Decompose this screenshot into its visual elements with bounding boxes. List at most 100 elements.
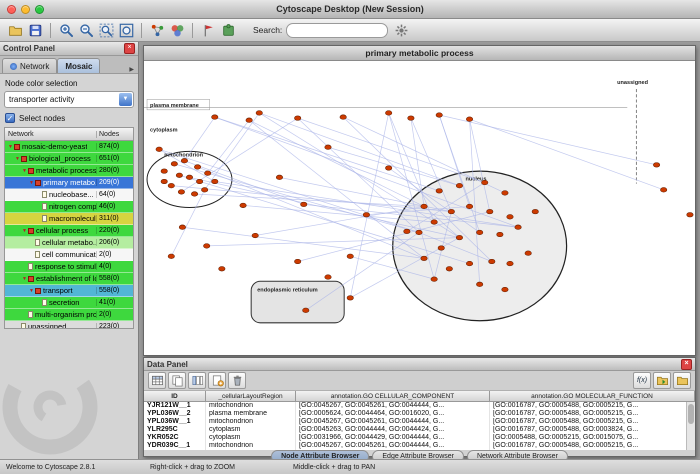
zoom-out-button[interactable] bbox=[77, 21, 95, 39]
graph-node[interactable] bbox=[385, 166, 391, 171]
tree-expander-icon[interactable]: ▼ bbox=[7, 144, 14, 150]
annotation-button[interactable] bbox=[199, 21, 217, 39]
tree-item-cellular-metabo[interactable]: cellular metabo...206(0) bbox=[5, 237, 133, 249]
graph-node[interactable] bbox=[176, 173, 182, 178]
graph-node[interactable] bbox=[194, 165, 200, 170]
formula-builder-button[interactable]: f(x) bbox=[633, 372, 651, 389]
tree-item-nucleobase[interactable]: nucleobase...64(0) bbox=[5, 189, 133, 201]
tree-expander-icon[interactable]: ▼ bbox=[21, 276, 28, 282]
graph-node[interactable] bbox=[532, 209, 538, 214]
table-column-header[interactable]: annotation.GO MOLECULAR_FUNCTION bbox=[490, 391, 695, 402]
graph-node[interactable] bbox=[325, 275, 331, 280]
graph-node[interactable] bbox=[301, 202, 307, 207]
tree-expander-icon[interactable]: ▼ bbox=[21, 168, 28, 174]
graph-node[interactable] bbox=[502, 287, 508, 292]
table-row[interactable]: YPL036W__2plasma membrane[GO:0005624, GO… bbox=[144, 410, 695, 418]
tree-column-nodes[interactable]: Nodes bbox=[97, 131, 133, 138]
import-attributes-button[interactable] bbox=[653, 372, 671, 389]
graph-node[interactable] bbox=[294, 116, 300, 121]
open-attribute-file-button[interactable] bbox=[673, 372, 691, 389]
graph-node[interactable] bbox=[456, 235, 462, 240]
scrollbar-thumb[interactable] bbox=[688, 404, 694, 424]
graph-node[interactable] bbox=[252, 233, 258, 238]
graph-node[interactable] bbox=[466, 117, 472, 122]
graph-node[interactable] bbox=[294, 259, 300, 264]
graph-node[interactable] bbox=[179, 225, 185, 230]
graph-node[interactable] bbox=[456, 183, 462, 188]
graph-node[interactable] bbox=[325, 145, 331, 150]
graph-node[interactable] bbox=[431, 277, 437, 282]
graph-node[interactable] bbox=[448, 209, 454, 214]
search-options-button[interactable] bbox=[392, 21, 410, 39]
graph-node[interactable] bbox=[436, 189, 442, 194]
graph-node[interactable] bbox=[276, 175, 282, 180]
table-row[interactable]: YLR295Ccytoplasm[GO:0045263, GO:0044444,… bbox=[144, 426, 695, 434]
graph-node[interactable] bbox=[481, 180, 487, 185]
tree-item-cell-communicat[interactable]: cell communicat...2(0) bbox=[5, 249, 133, 261]
graph-node[interactable] bbox=[347, 296, 353, 301]
tree-item-unassigned[interactable]: unassigned223(0) bbox=[5, 321, 133, 328]
graph-node[interactable] bbox=[363, 212, 369, 217]
control-panel-close-icon[interactable]: × bbox=[124, 43, 135, 54]
graph-node[interactable] bbox=[186, 175, 192, 180]
tree-item-macromolecule[interactable]: macromolecule...311(0) bbox=[5, 213, 133, 225]
tree-expander-icon[interactable]: ▼ bbox=[21, 228, 28, 234]
graph-node[interactable] bbox=[660, 188, 666, 193]
graph-node[interactable] bbox=[201, 188, 207, 193]
tree-item-multi-organism-pro[interactable]: multi-organism pro...2(0) bbox=[5, 309, 133, 321]
graph-node[interactable] bbox=[347, 254, 353, 259]
graph-node[interactable] bbox=[466, 261, 472, 266]
tree-item-secretion[interactable]: secretion41(0) bbox=[5, 297, 133, 309]
data-panel-close-icon[interactable]: × bbox=[681, 359, 692, 370]
tree-item-primary-metabo[interactable]: ▼primary metabo...209(0) bbox=[5, 177, 133, 189]
graph-node[interactable] bbox=[416, 230, 422, 235]
graph-node[interactable] bbox=[219, 266, 225, 271]
tree-item-transport[interactable]: ▼transport558(0) bbox=[5, 285, 133, 297]
graph-node[interactable] bbox=[687, 212, 693, 217]
graph-node[interactable] bbox=[507, 261, 513, 266]
tree-expander-icon[interactable]: ▼ bbox=[28, 288, 35, 294]
table-column-header[interactable]: ID bbox=[144, 391, 206, 402]
graph-node[interactable] bbox=[421, 204, 427, 209]
network-overview-button[interactable] bbox=[148, 21, 166, 39]
graph-node[interactable] bbox=[487, 209, 493, 214]
select-nodes-checkbox[interactable]: ✓ bbox=[5, 113, 15, 123]
zoom-in-button[interactable] bbox=[57, 21, 75, 39]
table-column-header[interactable]: annotation.GO CELLULAR_COMPONENT bbox=[296, 391, 490, 402]
graph-node[interactable] bbox=[408, 116, 414, 121]
graph-node[interactable] bbox=[507, 215, 513, 220]
network-canvas[interactable]: plasma membrane cytoplasm mitochondrion … bbox=[144, 61, 695, 355]
graph-node[interactable] bbox=[168, 254, 174, 259]
graph-node[interactable] bbox=[181, 158, 187, 163]
table-column-header[interactable]: _cellularLayoutRegion bbox=[206, 391, 296, 402]
tree-column-network[interactable]: Network bbox=[5, 131, 97, 138]
graph-node[interactable] bbox=[489, 259, 495, 264]
tree-item-metabolic-process[interactable]: ▼metabolic process280(0) bbox=[5, 165, 133, 177]
graph-node[interactable] bbox=[212, 179, 218, 184]
tree-item-nitrogen-compo[interactable]: nitrogen compo...46(0) bbox=[5, 201, 133, 213]
tab-scroll-right-icon[interactable]: ▶ bbox=[127, 66, 136, 73]
new-attribute-button[interactable] bbox=[208, 372, 226, 389]
select-attributes-button[interactable] bbox=[148, 372, 166, 389]
graph-node[interactable] bbox=[196, 179, 202, 184]
graph-node[interactable] bbox=[171, 162, 177, 167]
save-session-button[interactable] bbox=[26, 21, 44, 39]
table-row[interactable]: YKR052Ccytoplasm[GO:0031966, GO:0044429,… bbox=[144, 434, 695, 442]
graph-node[interactable] bbox=[438, 246, 444, 251]
graph-node[interactable] bbox=[446, 266, 452, 271]
tree-item-cellular-process[interactable]: ▼cellular process220(0) bbox=[5, 225, 133, 237]
tree-expander-icon[interactable]: ▼ bbox=[14, 156, 21, 162]
graph-node[interactable] bbox=[178, 190, 184, 195]
tree-item-mosaic-demo-yeast[interactable]: ▼mosaic-demo-yeast874(0) bbox=[5, 141, 133, 153]
graph-node[interactable] bbox=[168, 183, 174, 188]
zoom-selected-button[interactable] bbox=[97, 21, 115, 39]
list-attributes-button[interactable] bbox=[188, 372, 206, 389]
tree-expander-icon[interactable]: ▼ bbox=[28, 180, 35, 186]
graph-node[interactable] bbox=[203, 244, 209, 249]
graph-node[interactable] bbox=[240, 203, 246, 208]
graph-node[interactable] bbox=[421, 256, 427, 261]
graph-node[interactable] bbox=[502, 191, 508, 196]
table-row[interactable]: YPL036W__1mitochondrion[GO:0045267, GO:0… bbox=[144, 418, 695, 426]
tab-network[interactable]: Network bbox=[2, 58, 57, 73]
graph-node[interactable] bbox=[404, 229, 410, 234]
